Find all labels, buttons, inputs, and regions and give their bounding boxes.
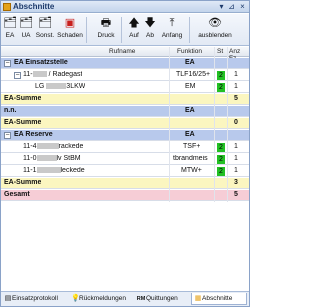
collapse-icon[interactable]: −: [4, 132, 11, 139]
arrow-up-icon: 🡅: [128, 17, 140, 29]
status-badge: 2: [217, 143, 225, 152]
hide-button[interactable]: 👁 ausblenden: [197, 15, 233, 45]
rm-icon: RM: [136, 296, 146, 302]
pin-icon[interactable]: ▾: [217, 2, 226, 11]
bulb-icon: 💡: [71, 295, 80, 302]
redacted-block: [46, 83, 67, 90]
pin-window-icon[interactable]: ⊿: [227, 2, 236, 11]
sections-icon: ▦: [194, 295, 202, 302]
table-row[interactable]: n.n. EA: [1, 106, 249, 117]
sections-app-icon: [3, 3, 11, 11]
ua-icon: 🗂: [19, 17, 33, 29]
status-badge: 2: [217, 83, 225, 92]
print-button[interactable]: 🖶 Druck: [96, 15, 116, 45]
table-row[interactable]: 11-0 lv StBM tbrandmeis 2 1: [1, 154, 249, 165]
ea-icon: 🗂: [3, 17, 17, 29]
schaden-button[interactable]: ▣ Schaden: [57, 15, 83, 45]
up-button[interactable]: 🡅 Auf: [127, 15, 141, 45]
col-funktion-header[interactable]: Funktion: [177, 48, 202, 55]
collapse-icon[interactable]: −: [4, 60, 11, 67]
toolbar-separator: [121, 17, 122, 43]
arrow-down-icon: 🡇: [144, 17, 156, 29]
toolbar: 🗂 EA 🗂 UA 🗂 Sonst. ▣ Schaden 🖶 Druck 🡅 A…: [1, 14, 249, 46]
table-row[interactable]: 11-1 leckede MTW+ 2 1: [1, 166, 249, 177]
schaden-icon: ▣: [64, 17, 76, 29]
tab-einsatzprotokoll[interactable]: ▤Einsatzprotokoll: [2, 293, 68, 305]
arrow-top-icon: ⤒: [169, 17, 175, 29]
grid-header: Rufname Funktion St Anz Fz: [1, 47, 249, 62]
table-row[interactable]: − EA Reserve EA: [1, 130, 249, 141]
top-button[interactable]: ⤒ Anfang: [160, 15, 184, 45]
table-row[interactable]: EA-Summe 5: [1, 94, 249, 105]
table-row[interactable]: EA-Summe 0: [1, 118, 249, 129]
tab-quittungen[interactable]: RMQuittungen: [134, 293, 190, 305]
table-row[interactable]: LG 3LKW EM 2 1: [1, 82, 249, 93]
sections-grid: Rufname Funktion St Anz Fz − EA Einsatzs…: [1, 47, 249, 290]
status-badge: 2: [217, 71, 225, 80]
table-row[interactable]: 11-4 rackede TSF+ 2 1: [1, 142, 249, 153]
status-badge: 2: [217, 155, 225, 164]
status-badge: 2: [217, 167, 225, 176]
table-row[interactable]: Gesamt 5: [1, 190, 249, 201]
close-icon[interactable]: ×: [238, 2, 247, 11]
column-divider: [169, 47, 170, 202]
table-row[interactable]: − 11- / Radegast TLF16/25+ 2 1: [1, 70, 249, 81]
ua-button[interactable]: 🗂 UA: [19, 15, 33, 45]
redacted-block: [36, 143, 59, 150]
ea-button[interactable]: 🗂 EA: [3, 15, 17, 45]
bottom-tab-strip: ▤Einsatzprotokoll 💡Rückmeldungen RMQuitt…: [1, 291, 249, 306]
redacted-block: [36, 167, 61, 174]
column-divider: [227, 47, 228, 202]
tab-rueckmeldungen[interactable]: 💡Rückmeldungen: [69, 293, 133, 305]
down-button[interactable]: 🡇 Ab: [143, 15, 157, 45]
collapse-icon[interactable]: −: [14, 72, 21, 79]
printer-icon: 🖶: [100, 17, 112, 29]
col-st-header[interactable]: St: [217, 48, 223, 55]
log-icon: ▤: [4, 295, 12, 302]
tab-abschnitte[interactable]: ▦Abschnitte: [191, 293, 247, 305]
col-rufname-header[interactable]: Rufname: [109, 48, 135, 55]
sonst-button[interactable]: 🗂 Sonst.: [35, 15, 55, 45]
redacted-block: [36, 155, 57, 162]
table-row[interactable]: − EA Einsatzstelle EA: [1, 58, 249, 69]
window-title: Abschnitte: [13, 2, 55, 11]
sonst-icon: 🗂: [38, 17, 52, 29]
toolbar-separator: [189, 17, 190, 43]
redacted-block: [32, 71, 47, 78]
sections-window: Abschnitte ▾ ⊿ × 🗂 EA 🗂 UA 🗂 Sonst. ▣ Sc…: [0, 0, 250, 307]
toolbar-separator: [86, 17, 87, 43]
column-divider: [214, 47, 215, 202]
table-row[interactable]: EA-Summe 3: [1, 178, 249, 189]
eye-icon: 👁: [208, 17, 222, 29]
title-bar: Abschnitte ▾ ⊿ ×: [1, 1, 249, 13]
